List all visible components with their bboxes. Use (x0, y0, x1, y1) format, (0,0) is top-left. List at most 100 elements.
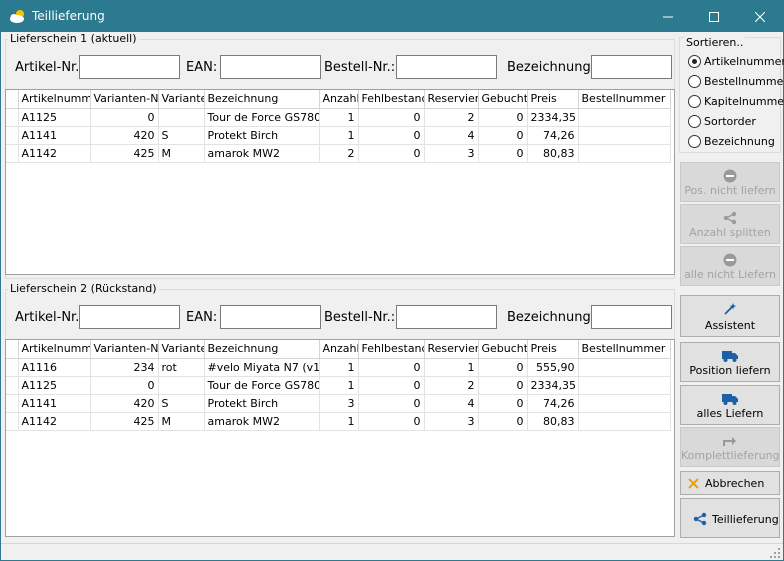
alles-liefern-button[interactable]: alles Liefern (680, 385, 780, 425)
column-header[interactable]: Variante (158, 340, 205, 359)
table-cell[interactable]: rot (158, 358, 205, 377)
column-header[interactable]: Reserviert (424, 340, 479, 359)
table-cell[interactable]: 0 (478, 358, 528, 377)
row-header[interactable] (6, 126, 19, 145)
table-cell[interactable]: 80,83 (527, 144, 579, 163)
table-cell[interactable]: 425 (90, 412, 159, 431)
table-cell[interactable]: 1 (319, 126, 359, 145)
table-row[interactable]: A1125 0 Tour de Force GS780 1 0 2 0 2334,35 (6, 376, 671, 395)
table-cell[interactable]: 0 (358, 376, 425, 395)
table-cell[interactable]: 0 (478, 394, 528, 413)
table-cell[interactable]: 0 (358, 108, 425, 127)
assistent-button[interactable]: Assistent (680, 295, 780, 337)
table-cell[interactable]: A1142 (18, 412, 91, 431)
table-cell[interactable] (578, 358, 671, 377)
table-cell[interactable]: 0 (358, 144, 425, 163)
table-cell[interactable]: 420 (90, 394, 159, 413)
table-row[interactable]: A1141 420 S Protekt Birch 1 0 4 0 74,26 (6, 126, 671, 145)
table-cell[interactable]: 0 (358, 412, 425, 431)
table-cell[interactable]: 0 (478, 108, 528, 127)
column-header[interactable]: Fehlbestand (358, 340, 425, 359)
column-header[interactable]: Varianten-Nr. (90, 340, 159, 359)
column-header[interactable]: Anzahl (319, 340, 359, 359)
table-cell[interactable]: 425 (90, 144, 159, 163)
column-header[interactable]: Variante (158, 90, 205, 109)
table-cell[interactable] (158, 376, 205, 395)
section2-artikel-input[interactable] (79, 305, 180, 329)
table-cell[interactable]: 4 (424, 126, 479, 145)
section1-ean-input[interactable] (220, 55, 321, 79)
section1-bestell-input[interactable] (396, 55, 497, 79)
position-liefern-button[interactable]: Position liefern (680, 342, 780, 382)
radio-artikelnummer[interactable] (688, 54, 701, 68)
table-cell[interactable]: Tour de Force GS780 (204, 376, 320, 395)
column-header[interactable]: Bezeichnung (204, 90, 320, 109)
table-cell[interactable]: 234 (90, 358, 159, 377)
table-cell[interactable] (158, 108, 205, 127)
column-header[interactable]: Bezeichnung (204, 340, 320, 359)
teillieferung-button[interactable]: Teillieferung (680, 498, 780, 538)
table-row[interactable]: A1116 234 rot #velo Miyata N7 (v1) 1 0 1 0 555,9… (6, 358, 671, 377)
table-cell[interactable] (578, 108, 671, 127)
pos-nicht-liefern-button[interactable]: Pos. nicht liefern (680, 162, 780, 202)
section1-grid[interactable]: ArtikelnummerVarianten-Nr.VarianteBezeic… (5, 89, 675, 275)
alle-nicht-liefern-button[interactable]: alle nicht Liefern (680, 246, 780, 286)
sort-option-kapitelnummer[interactable]: Kapitelnummer (688, 93, 784, 109)
section2-bezeichnung-input[interactable] (591, 305, 672, 329)
komplettlieferung-button[interactable]: Komplettlieferung (680, 427, 780, 467)
table-cell[interactable]: 1 (319, 358, 359, 377)
table-cell[interactable]: Tour de Force GS780 (204, 108, 320, 127)
table-cell[interactable]: 0 (358, 358, 425, 377)
table-cell[interactable]: 2 (424, 376, 479, 395)
table-cell[interactable]: A1125 (18, 108, 91, 127)
table-cell[interactable]: 555,90 (527, 358, 579, 377)
table-cell[interactable] (578, 412, 671, 431)
table-cell[interactable]: 74,26 (527, 126, 579, 145)
minimize-button[interactable] (645, 1, 691, 32)
table-cell[interactable]: 0 (90, 108, 159, 127)
table-cell[interactable]: 2334,35 (527, 376, 579, 395)
row-header[interactable] (6, 412, 19, 431)
row-header[interactable] (6, 144, 19, 163)
table-cell[interactable]: 1 (319, 376, 359, 395)
column-header[interactable]: Bestellnummer (578, 340, 671, 359)
title-bar[interactable]: Teillieferung (1, 1, 783, 32)
resize-grip-icon[interactable] (769, 547, 781, 559)
column-header[interactable]: Fehlbestand (358, 90, 425, 109)
table-cell[interactable]: 0 (478, 412, 528, 431)
table-cell[interactable]: 0 (478, 144, 528, 163)
row-header[interactable] (6, 358, 19, 377)
table-cell[interactable]: 3 (424, 144, 479, 163)
column-header[interactable]: Anzahl (319, 90, 359, 109)
column-header[interactable]: Gebucht (478, 90, 528, 109)
table-cell[interactable]: M (158, 412, 205, 431)
table-cell[interactable] (578, 394, 671, 413)
table-cell[interactable]: 2 (319, 144, 359, 163)
column-header[interactable]: Varianten-Nr. (90, 90, 159, 109)
close-button[interactable] (737, 1, 783, 32)
anzahl-splitten-button[interactable]: Anzahl splitten (680, 204, 780, 244)
column-header[interactable]: Preis (527, 90, 579, 109)
table-cell[interactable]: 80,83 (527, 412, 579, 431)
table-cell[interactable]: A1141 (18, 126, 91, 145)
column-header[interactable]: Artikelnummer (18, 340, 91, 359)
radio-bezeichnung[interactable] (688, 134, 701, 148)
radio-kapitelnummer[interactable] (688, 94, 701, 108)
table-row[interactable]: A1125 0 Tour de Force GS780 1 0 2 0 2334,35 (6, 108, 671, 127)
table-cell[interactable]: Protekt Birch (204, 126, 320, 145)
column-header[interactable]: Reserviert (424, 90, 479, 109)
sort-option-bezeichnung[interactable]: Bezeichnung (688, 133, 775, 149)
sort-option-bestellnummer[interactable]: Bestellnummer (688, 73, 784, 89)
column-header[interactable]: Preis (527, 340, 579, 359)
maximize-button[interactable] (691, 1, 737, 32)
column-header[interactable]: Bestellnummer (578, 90, 671, 109)
row-header[interactable] (6, 394, 19, 413)
table-cell[interactable]: 0 (478, 376, 528, 395)
table-cell[interactable]: S (158, 126, 205, 145)
table-cell[interactable]: 1 (319, 412, 359, 431)
section1-bezeichnung-input[interactable] (591, 55, 672, 79)
table-cell[interactable]: M (158, 144, 205, 163)
table-row[interactable]: A1142 425 Mamarok MW2 1 0 3 0 80,83 (6, 412, 671, 431)
table-cell[interactable]: 1 (319, 108, 359, 127)
section2-bestell-input[interactable] (396, 305, 497, 329)
